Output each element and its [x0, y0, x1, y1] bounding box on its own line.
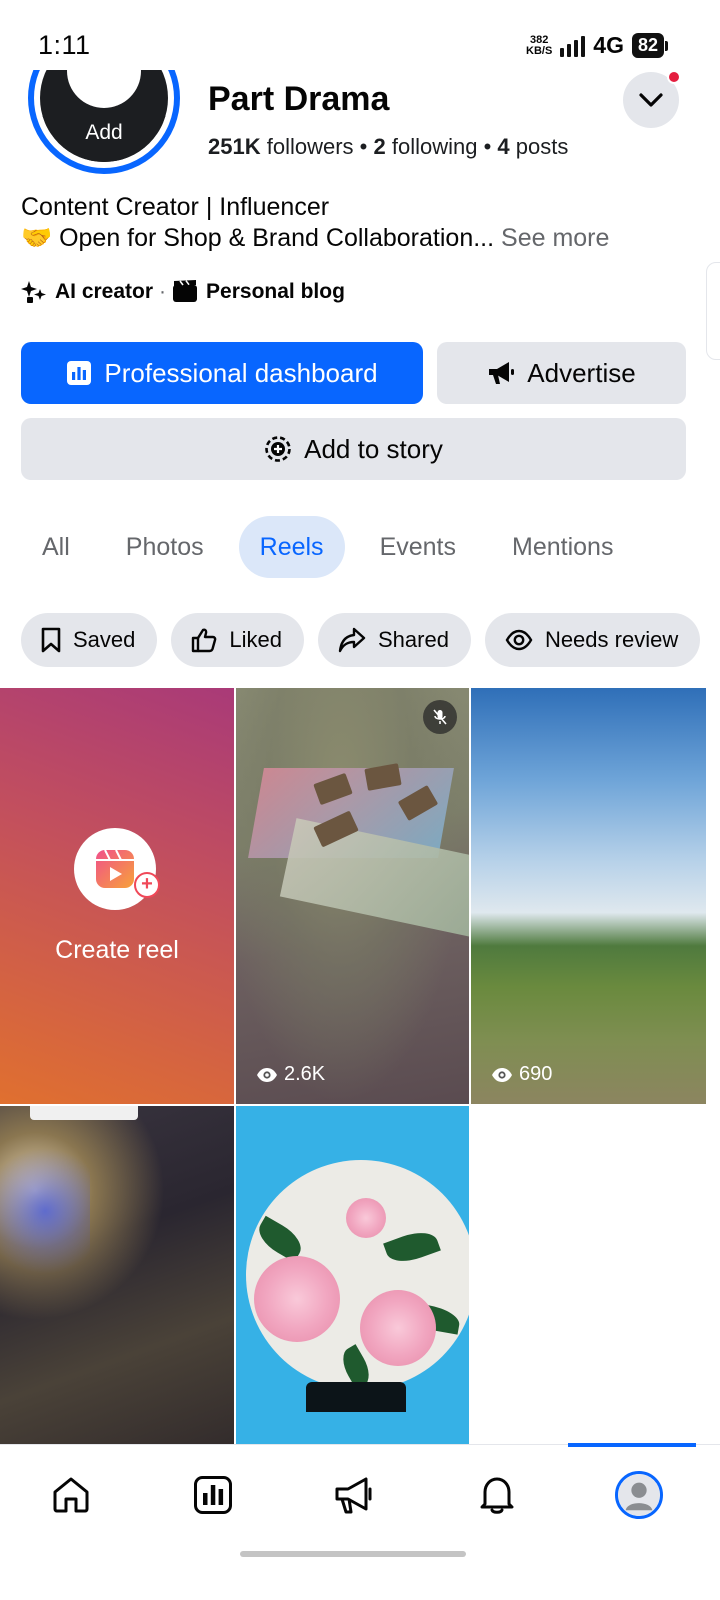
nav-notifications[interactable] — [426, 1445, 568, 1545]
profile-avatar-icon — [615, 1471, 663, 1519]
posts-label: posts — [515, 134, 569, 159]
create-reel-tile[interactable]: + Create reel — [0, 688, 234, 1104]
battery-icon: 82 — [631, 33, 668, 58]
reel-thumbnail[interactable] — [236, 1106, 469, 1444]
add-to-story-button[interactable]: Add to story — [21, 418, 686, 480]
plus-icon: + — [134, 872, 160, 898]
followers-count[interactable]: 251K — [208, 134, 261, 159]
profile-categories: AI creator · Personal blog — [21, 279, 345, 305]
stats-separator: • — [359, 134, 368, 159]
nav-dashboard[interactable] — [142, 1445, 284, 1545]
side-drawer-handle[interactable] — [706, 262, 720, 360]
network-speed-unit: KB/S — [526, 44, 553, 57]
filter-liked-label: Liked — [229, 627, 282, 652]
clapperboard-icon — [172, 279, 198, 305]
status-indicators: 382 KB/S 4G 82 — [526, 32, 668, 59]
reels-grid: + Create reel 2.6K 690 — [0, 688, 706, 1444]
profile-name: Part Drama — [208, 80, 390, 118]
eye-icon — [491, 1067, 513, 1083]
filter-needs-review[interactable]: Needs review — [484, 613, 701, 667]
following-count[interactable]: 2 — [373, 134, 385, 159]
nav-ads[interactable] — [284, 1445, 426, 1545]
advertise-label: Advertise — [527, 357, 636, 388]
notification-dot — [667, 70, 681, 84]
filter-shared[interactable]: Shared — [317, 613, 471, 667]
bio-line-1: Content Creator | Influencer — [21, 193, 330, 221]
home-icon — [53, 1477, 89, 1513]
thumbs-up-icon — [191, 627, 217, 653]
reel-thumbnail[interactable]: 2.6K — [236, 688, 469, 1104]
bookmark-icon — [41, 627, 61, 653]
tab-mentions[interactable]: Mentions — [491, 516, 634, 578]
status-bar: 1:11 382 KB/S 4G 82 — [0, 0, 720, 70]
nav-home[interactable] — [0, 1445, 142, 1545]
reel-thumbnail[interactable] — [0, 1106, 234, 1444]
nav-profile[interactable] — [568, 1443, 710, 1545]
eye-icon — [256, 1067, 278, 1083]
bio-line-2: 🤝 Open for Shop & Brand Collaboration...… — [21, 224, 609, 253]
reel-thumbnail[interactable]: 690 — [471, 688, 706, 1104]
dashboard-chart-icon — [66, 360, 92, 386]
share-icon — [338, 627, 366, 653]
signal-strength-icon — [560, 35, 586, 57]
category-separator: · — [159, 280, 167, 303]
status-time: 1:11 — [38, 30, 91, 60]
add-photo-label[interactable]: Add — [40, 116, 168, 162]
tab-events[interactable]: Events — [359, 516, 477, 578]
stats-separator: • — [483, 134, 492, 159]
add-story-icon — [264, 435, 292, 463]
content-tabs: All Photos Reels Events Mentions — [21, 516, 634, 578]
filter-saved[interactable]: Saved — [21, 613, 158, 667]
followers-label[interactable]: followers — [267, 134, 354, 159]
tab-photos[interactable]: Photos — [105, 516, 225, 578]
professional-dashboard-label: Professional dashboard — [104, 357, 378, 388]
add-to-story-label: Add to story — [304, 433, 443, 464]
megaphone-icon — [487, 360, 515, 386]
bio-text: 🤝 Open for Shop & Brand Collaboration... — [21, 224, 495, 252]
posts-count: 4 — [497, 134, 510, 159]
sparkle-icon — [21, 279, 47, 305]
category-personal-blog: Personal blog — [206, 280, 345, 303]
filter-shared-label: Shared — [377, 627, 449, 652]
network-type: 4G — [593, 32, 624, 58]
network-speed-value: 382 — [529, 33, 549, 46]
filter-needs-review-label: Needs review — [544, 627, 679, 652]
reel-filter-chips: Saved Liked Shared Needs review — [21, 613, 701, 667]
network-speed: 382 KB/S — [526, 33, 553, 57]
view-count: 2.6K — [256, 1063, 325, 1086]
view-count-value: 690 — [519, 1063, 553, 1085]
bottom-navigation — [0, 1443, 720, 1545]
nav-active-indicator — [568, 1443, 696, 1447]
create-reel-label: Create reel — [55, 936, 179, 964]
profile-menu-button[interactable] — [623, 70, 681, 128]
eye-icon — [505, 629, 533, 651]
professional-dashboard-button[interactable]: Professional dashboard — [21, 342, 423, 404]
see-more-link[interactable]: See more — [501, 224, 609, 252]
view-count-value: 2.6K — [284, 1063, 326, 1085]
home-indicator — [240, 1551, 466, 1557]
bell-icon — [480, 1477, 514, 1514]
tab-reels[interactable]: Reels — [238, 516, 345, 578]
filter-liked[interactable]: Liked — [171, 613, 304, 667]
megaphone-icon — [335, 1477, 372, 1514]
dashboard-icon — [194, 1476, 232, 1514]
muted-icon — [423, 700, 457, 734]
profile-stats: 251K followers • 2 following • 4 posts — [208, 134, 568, 160]
filter-saved-label: Saved — [73, 627, 136, 652]
tab-all[interactable]: All — [21, 516, 91, 578]
following-label[interactable]: following — [392, 134, 478, 159]
battery-level: 82 — [631, 33, 664, 58]
category-ai-creator: AI creator — [55, 280, 154, 303]
advertise-button[interactable]: Advertise — [437, 342, 686, 404]
view-count: 690 — [491, 1063, 552, 1086]
chevron-down-icon — [639, 93, 663, 107]
